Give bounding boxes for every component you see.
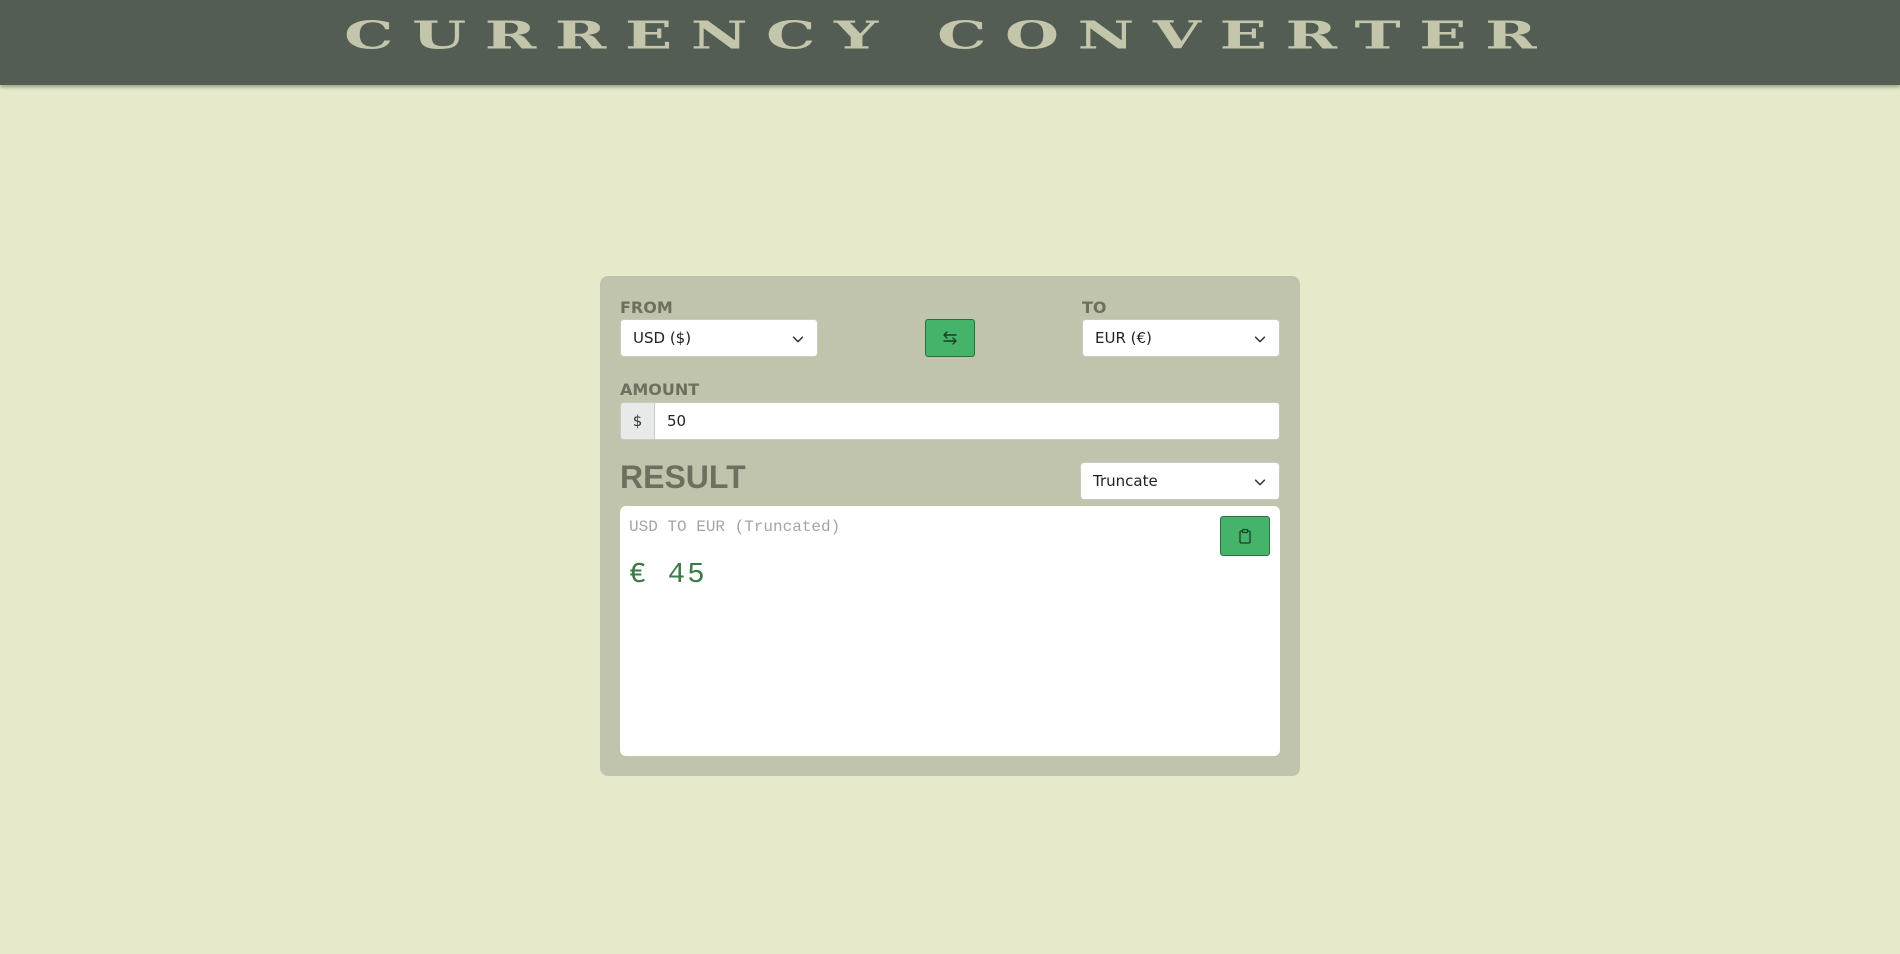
result-panel: USD TO EUR (Truncated) € 45 <box>620 506 1280 756</box>
to-currency-value: EUR (€) <box>1095 329 1152 347</box>
amount-input[interactable] <box>655 403 1279 439</box>
result-value: € 45 <box>629 558 707 591</box>
chevron-down-icon <box>1254 336 1266 343</box>
app-title: Currency Converter <box>344 13 1556 58</box>
result-caption: USD TO EUR (Truncated) <box>629 518 841 536</box>
swap-currencies-button[interactable] <box>925 319 975 357</box>
amount-label: AMOUNT <box>620 380 700 399</box>
swap-arrows-icon <box>943 331 957 345</box>
app-header: Currency Converter <box>0 0 1900 85</box>
converter-card: FROM USD ($) TO EUR (€) AMOUNT $ RESULT … <box>600 276 1300 776</box>
amount-input-group: $ <box>620 402 1280 440</box>
chevron-down-icon <box>792 336 804 343</box>
from-label: FROM <box>620 298 673 317</box>
to-label: TO <box>1082 298 1107 317</box>
from-currency-value: USD ($) <box>633 329 692 347</box>
copy-result-button[interactable] <box>1220 516 1270 556</box>
rounding-mode-value: Truncate <box>1093 472 1158 490</box>
result-heading: RESULT <box>620 459 746 495</box>
to-currency-select[interactable]: EUR (€) <box>1082 319 1280 357</box>
chevron-down-icon <box>1254 479 1266 486</box>
rounding-mode-select[interactable]: Truncate <box>1080 462 1280 500</box>
clipboard-icon <box>1239 528 1251 544</box>
currency-symbol-prefix: $ <box>621 403 655 439</box>
from-currency-select[interactable]: USD ($) <box>620 319 818 357</box>
